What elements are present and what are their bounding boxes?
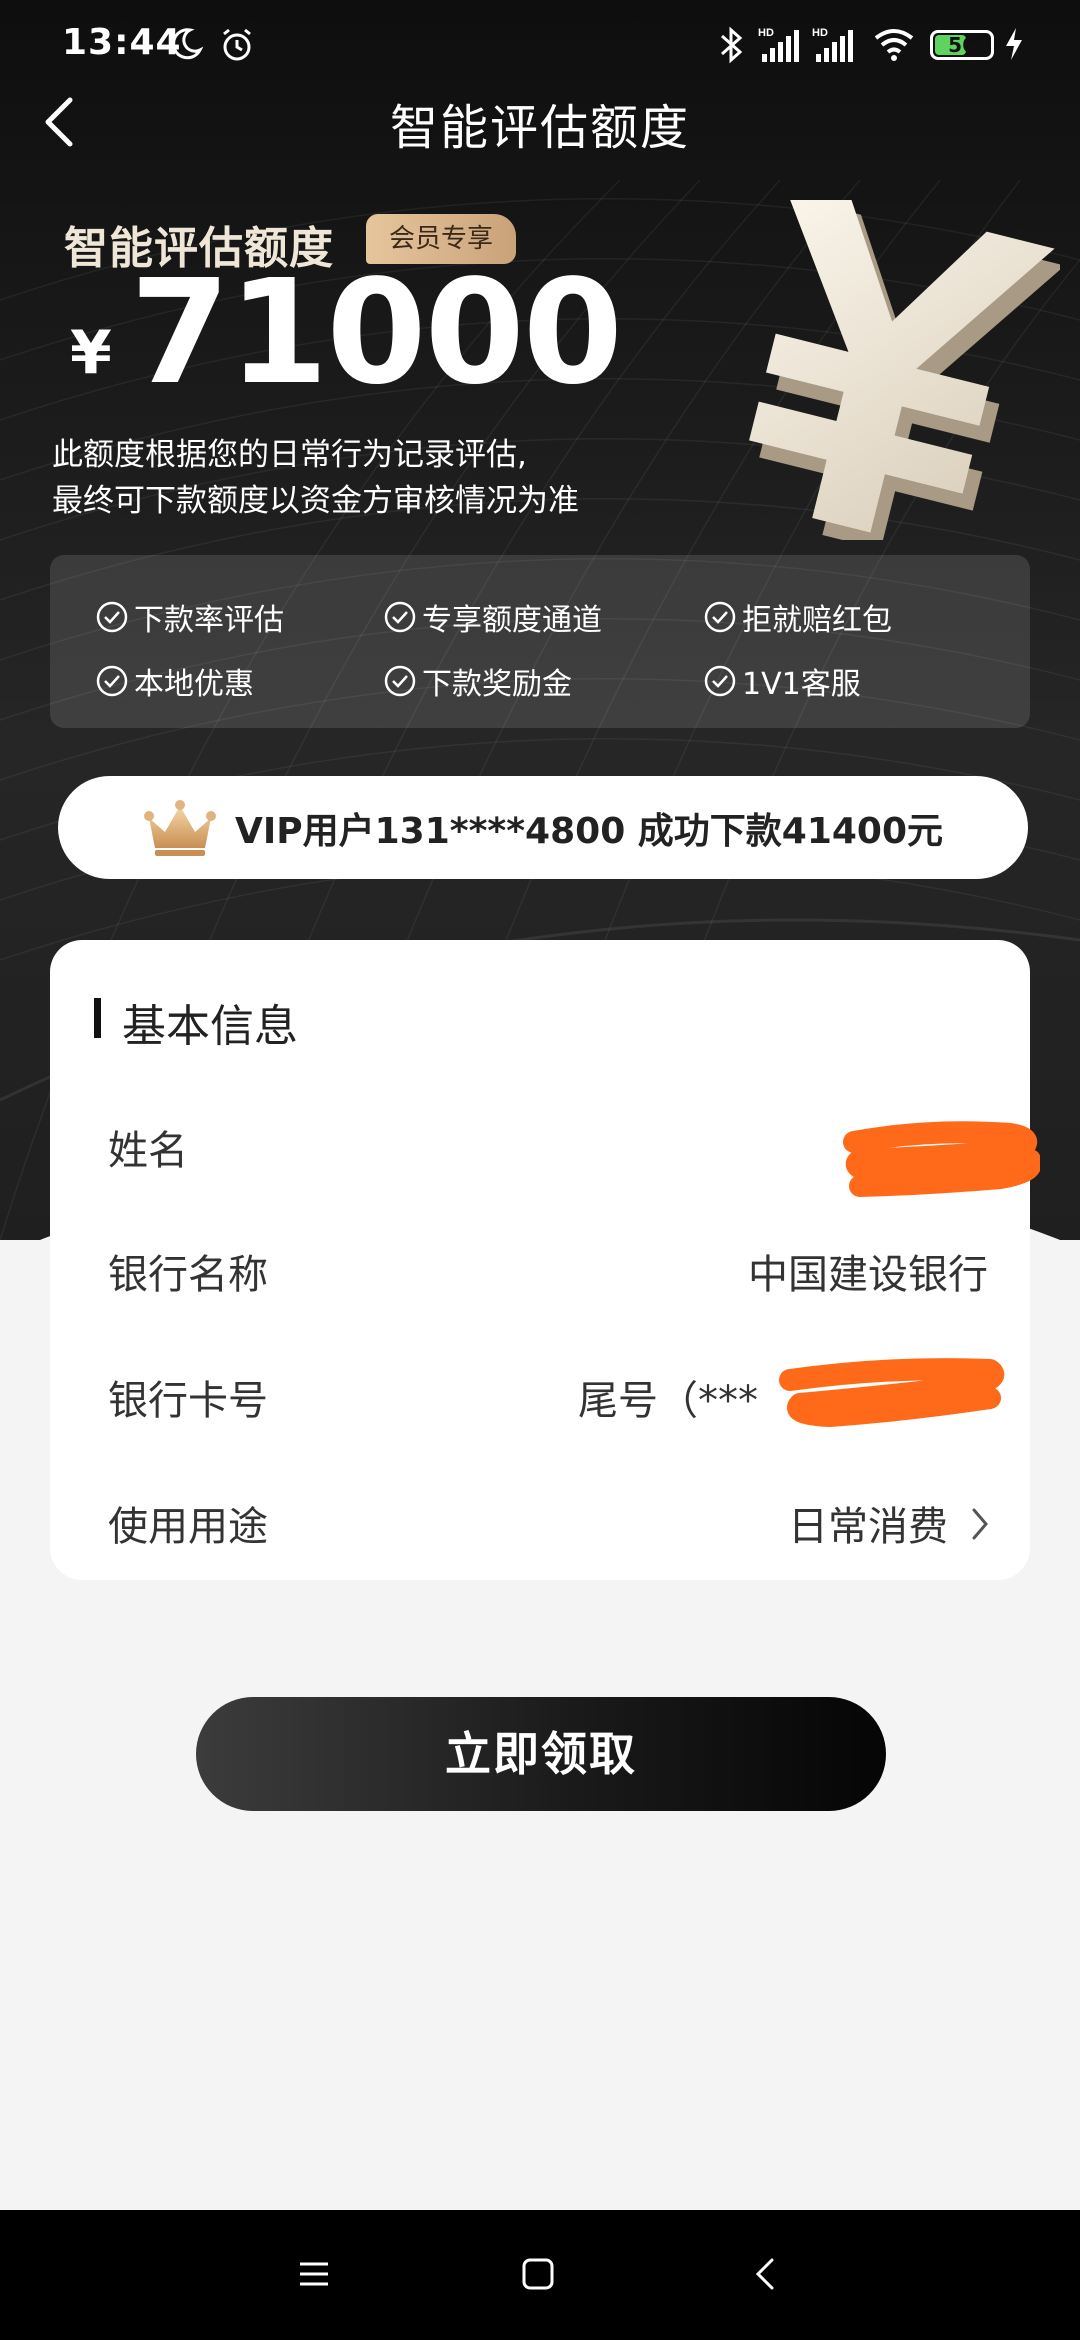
check-circle-icon [704, 601, 736, 633]
back-nav-icon[interactable] [748, 2256, 784, 2292]
benefit-item: 1V1客服 [702, 659, 861, 703]
benefit-item: 拒就赔红包 [702, 595, 892, 639]
currency-symbol: ¥ [70, 318, 112, 388]
redaction-mark [843, 1121, 1040, 1197]
chevron-right-icon [972, 1508, 988, 1540]
card-title: 基本信息 [94, 990, 298, 1054]
benefit-label: 下款奖励金 [422, 667, 572, 702]
vip-ticker: VIP用户131****4800 成功下款41400元 [58, 776, 1028, 879]
charging-icon [1006, 28, 1022, 60]
check-circle-icon [384, 601, 416, 633]
check-circle-icon [96, 601, 128, 633]
home-icon[interactable] [520, 2256, 556, 2292]
title-accent-bar [94, 998, 101, 1038]
menu-icon[interactable] [296, 2256, 332, 2292]
check-circle-icon [384, 665, 416, 697]
benefit-item: 下款率评估 [94, 595, 284, 639]
benefit-item: 本地优惠 [94, 659, 254, 703]
benefit-label: 下款率评估 [134, 603, 284, 638]
desc-line-2: 最终可下款额度以资金方审核情况为准 [52, 483, 579, 519]
card-title-text: 基本信息 [122, 1001, 298, 1052]
benefit-label: 1V1客服 [742, 667, 861, 702]
check-circle-icon [96, 665, 128, 697]
battery-icon: 56 [930, 30, 994, 60]
desc-line-1: 此额度根据您的日常行为记录评估, [52, 437, 527, 473]
vip-ticker-text: VIP用户131****4800 成功下款41400元 [234, 810, 944, 852]
crown-icon [143, 799, 216, 856]
moon-icon [171, 28, 204, 60]
yen-symbol-illustration [749, 200, 1060, 540]
row-value: 中国建设银行 [748, 1252, 988, 1298]
benefit-label: 拒就赔红包 [742, 603, 892, 638]
benefit-item: 下款奖励金 [382, 659, 572, 703]
svg-text:HD: HD [758, 27, 774, 39]
benefit-label: 专享额度通道 [422, 603, 602, 638]
row-value: 日常消费 [788, 1504, 948, 1550]
page-title: 智能评估额度 [389, 100, 690, 156]
status-time: 13:44 [62, 22, 182, 63]
basic-info-card: 基本信息 姓名 银行名称 中国建设银行 银行卡号 尾号（*** 使用用途 日常消… [50, 940, 1040, 1580]
quota-description: 此额度根据您的日常行为记录评估, 最终可下款额度以资金方审核情况为准 [52, 432, 579, 524]
system-nav-bar [0, 2210, 1080, 2340]
benefit-label: 本地优惠 [134, 667, 254, 702]
alarm-icon [223, 28, 251, 61]
row-label: 姓名 [108, 1128, 188, 1174]
quota-amount: 71000 [130, 248, 623, 416]
check-circle-icon [704, 665, 736, 697]
signal-hd-icon: HD [812, 27, 853, 62]
info-row-bank: 银行名称 中国建设银行 [108, 1242, 988, 1302]
status-bar: 13:44 HD HD 56 [0, 0, 1080, 95]
svg-text:HD: HD [812, 27, 828, 39]
row-label: 银行名称 [108, 1252, 268, 1298]
row-label: 银行卡号 [108, 1378, 268, 1424]
bluetooth-icon [721, 26, 743, 64]
claim-button[interactable]: 立即领取 [196, 1697, 886, 1811]
benefits-panel: 下款率评估 专享额度通道 拒就赔红包 本地优惠 下款奖励金 1V1客服 [50, 555, 1030, 728]
redaction-mark [779, 1358, 1005, 1427]
wifi-icon [874, 29, 914, 61]
benefit-item: 专享额度通道 [382, 595, 602, 639]
info-row-purpose[interactable]: 使用用途 日常消费 [108, 1494, 988, 1554]
row-value: 尾号（*** [578, 1378, 758, 1424]
row-label: 使用用途 [108, 1504, 268, 1550]
signal-hd-icon: HD [758, 27, 799, 62]
battery-percent: 56 [948, 33, 976, 57]
